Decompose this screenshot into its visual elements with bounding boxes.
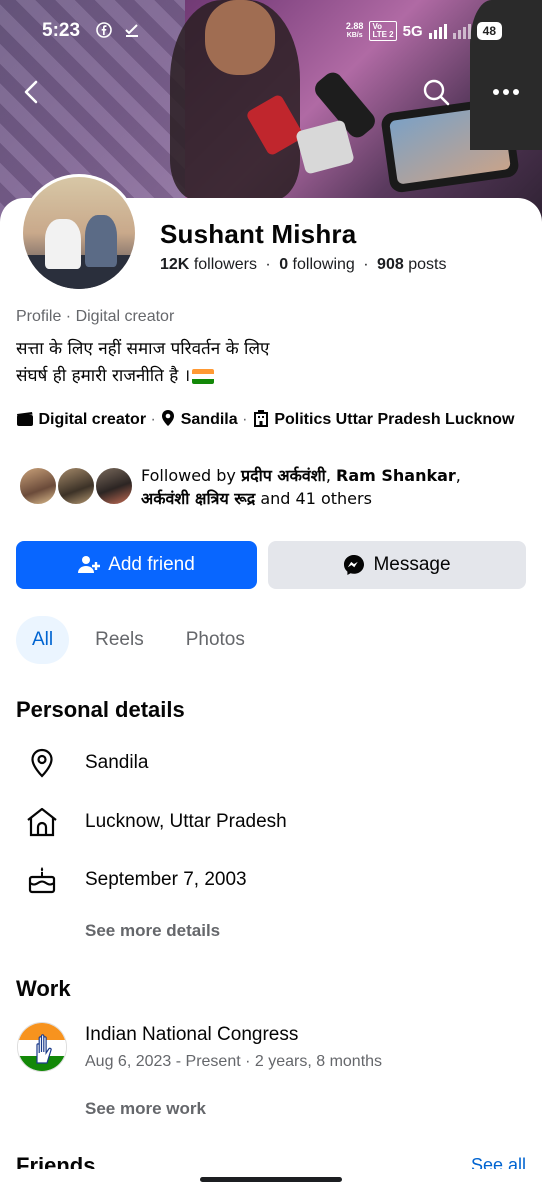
detail-row-location: Sandila bbox=[24, 743, 524, 783]
follower-avatar bbox=[94, 466, 134, 506]
cover-microphone bbox=[295, 119, 355, 175]
india-flag-icon bbox=[192, 368, 215, 384]
work-heading: Work bbox=[16, 976, 71, 1001]
followed-by-text: Followed by प्रदीप अर्कवंशी, Ram Shankar… bbox=[141, 466, 461, 508]
add-person-icon bbox=[78, 556, 101, 573]
profile-tabs: All Reels Photos bbox=[16, 616, 261, 664]
detail-birthday-text: September 7, 2003 bbox=[85, 869, 247, 890]
tab-all[interactable]: All bbox=[16, 616, 70, 664]
messenger-icon bbox=[344, 555, 365, 575]
profile-stats: 12K followers · 0 following · 908 posts bbox=[160, 256, 447, 273]
location-pin-icon bbox=[31, 748, 53, 778]
status-right-group: 2.88 KB/s Vo LTE 2 5G 48 bbox=[346, 21, 502, 41]
signal-icon bbox=[428, 23, 447, 39]
see-more-work-link[interactable]: See more work bbox=[85, 1099, 206, 1119]
intro-location: Sandila bbox=[180, 411, 238, 428]
search-button[interactable] bbox=[420, 76, 452, 108]
posts-count: 908 bbox=[377, 256, 404, 273]
add-friend-label: Add friend bbox=[108, 554, 195, 575]
status-bar: 5:23 2.88 KB/s Vo LTE 2 5G 48 bbox=[0, 0, 542, 62]
profile-bio: सत्ता के लिए नहीं समाज परिवर्तन के लिए स… bbox=[16, 336, 269, 390]
tab-photos[interactable]: Photos bbox=[170, 616, 261, 664]
home-indicator[interactable] bbox=[200, 1177, 342, 1182]
work-employer[interactable]: Indian National Congress bbox=[85, 1024, 298, 1046]
clapperboard-icon bbox=[17, 412, 33, 426]
signal-icon-2 bbox=[452, 23, 471, 39]
add-friend-button[interactable]: Add friend bbox=[16, 541, 257, 589]
work-period: Aug 6, 2023 - Present · 2 years, 8 month… bbox=[85, 1053, 383, 1070]
followers-label[interactable]: followers bbox=[194, 256, 257, 273]
location-pin-small-icon bbox=[162, 410, 175, 426]
more-horizontal-icon bbox=[493, 89, 519, 95]
intro-page-info: Politics Uttar Pradesh Lucknow bbox=[274, 411, 515, 428]
personal-details-heading: Personal details bbox=[16, 697, 185, 722]
network-type: 5G bbox=[402, 22, 423, 40]
friends-heading: Friends bbox=[16, 1153, 96, 1169]
birthday-cake-icon bbox=[28, 867, 56, 894]
search-icon bbox=[423, 79, 450, 106]
battery-icon: 48 bbox=[476, 22, 502, 40]
bio-line-2: संघर्ष ही हमारी राजनीति है । bbox=[16, 366, 191, 386]
volte-badge: Vo LTE 2 bbox=[369, 21, 397, 41]
tab-reels[interactable]: Reels bbox=[79, 616, 160, 664]
intro-category: Digital creator bbox=[38, 411, 147, 428]
facebook-notification-icon bbox=[96, 22, 112, 38]
follower-name-1[interactable]: प्रदीप अर्कवंशी bbox=[241, 466, 326, 485]
congress-logo[interactable] bbox=[17, 1022, 67, 1072]
following-count[interactable]: 0 bbox=[279, 256, 288, 273]
follower-avatar bbox=[18, 466, 58, 506]
download-done-icon bbox=[125, 24, 138, 37]
status-time: 5:23 bbox=[42, 20, 81, 41]
detail-hometown-text: Lucknow, Uttar Pradesh bbox=[85, 811, 287, 832]
bio-line-1: सत्ता के लिए नहीं समाज परिवर्तन के लिए bbox=[16, 339, 270, 359]
building-icon bbox=[253, 410, 268, 427]
back-button[interactable] bbox=[16, 76, 48, 108]
message-label: Message bbox=[373, 554, 451, 575]
posts-label: posts bbox=[408, 256, 447, 273]
following-label[interactable]: following bbox=[293, 256, 355, 273]
detail-location-text: Sandila bbox=[85, 752, 149, 773]
see-more-details-link[interactable]: See more details bbox=[85, 921, 220, 941]
detail-row-hometown: Lucknow, Uttar Pradesh bbox=[24, 802, 524, 842]
follower-avatar bbox=[56, 466, 96, 506]
follower-name-2[interactable]: Ram Shankar bbox=[336, 466, 456, 485]
congress-hand-logo-icon bbox=[18, 1023, 66, 1071]
message-button[interactable]: Message bbox=[268, 541, 526, 589]
profile-meta: Profile · Digital creator bbox=[16, 308, 175, 325]
chevron-left-icon bbox=[24, 80, 38, 104]
network-speed: 2.88 KB/s bbox=[345, 21, 364, 40]
see-all-friends-link[interactable]: See all bbox=[471, 1155, 526, 1169]
more-options-button[interactable] bbox=[490, 76, 522, 108]
profile-avatar[interactable] bbox=[20, 174, 138, 292]
profile-intro-line: Digital creator · Sandila · Politics Utt… bbox=[16, 409, 526, 431]
mutual-followers[interactable]: Followed by प्रदीप अर्कवंशी, Ram Shankar… bbox=[18, 464, 538, 512]
home-icon bbox=[27, 807, 57, 837]
follower-name-3[interactable]: अर्कवंशी क्षत्रिय रूद्र bbox=[141, 489, 255, 508]
detail-row-birthday: September 7, 2003 bbox=[24, 860, 524, 900]
profile-name: Sushant Mishra bbox=[160, 219, 357, 249]
followers-count[interactable]: 12K bbox=[160, 256, 189, 273]
top-navigation bbox=[0, 76, 542, 112]
